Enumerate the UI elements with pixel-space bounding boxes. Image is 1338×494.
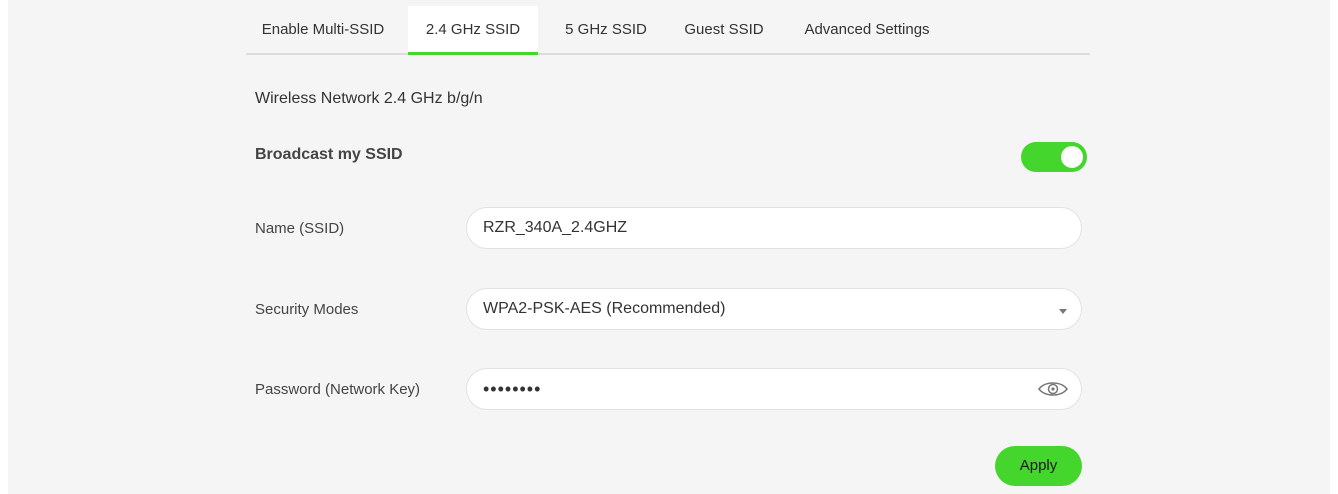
chevron-down-icon	[1059, 309, 1067, 314]
password-input[interactable]: ••••••••	[466, 368, 1082, 410]
password-label: Password (Network Key)	[255, 381, 421, 398]
tab-advanced-settings[interactable]: Advanced Settings	[792, 6, 942, 53]
security-modes-value: WPA2-PSK-AES (Recommended)	[483, 300, 726, 317]
apply-button[interactable]: Apply	[995, 446, 1082, 486]
section-title: Wireless Network 2.4 GHz b/g/n	[255, 90, 483, 107]
security-modes-select[interactable]: WPA2-PSK-AES (Recommended)	[466, 288, 1082, 330]
ssid-name-label: Name (SSID)	[255, 220, 345, 237]
password-value: ••••••••	[483, 379, 542, 399]
toggle-knob	[1061, 146, 1083, 168]
broadcast-ssid-label: Broadcast my SSID	[255, 146, 403, 163]
tab-5ghz-ssid[interactable]: 5 GHz SSID	[556, 6, 656, 53]
broadcast-ssid-toggle[interactable]	[1021, 142, 1087, 172]
eye-icon[interactable]	[1037, 377, 1069, 401]
tab-bar: Enable Multi-SSID 2.4 GHz SSID 5 GHz SSI…	[246, 6, 1090, 55]
settings-panel: Enable Multi-SSID 2.4 GHz SSID 5 GHz SSI…	[8, 0, 1330, 494]
tab-guest-ssid[interactable]: Guest SSID	[674, 6, 774, 53]
security-modes-label: Security Modes	[255, 301, 359, 318]
tab-2-4ghz-ssid[interactable]: 2.4 GHz SSID	[408, 6, 538, 55]
ssid-name-input[interactable]: RZR_340A_2.4GHZ	[466, 207, 1082, 249]
ssid-name-value: RZR_340A_2.4GHZ	[483, 219, 628, 236]
tab-enable-multi-ssid[interactable]: Enable Multi-SSID	[246, 6, 400, 53]
